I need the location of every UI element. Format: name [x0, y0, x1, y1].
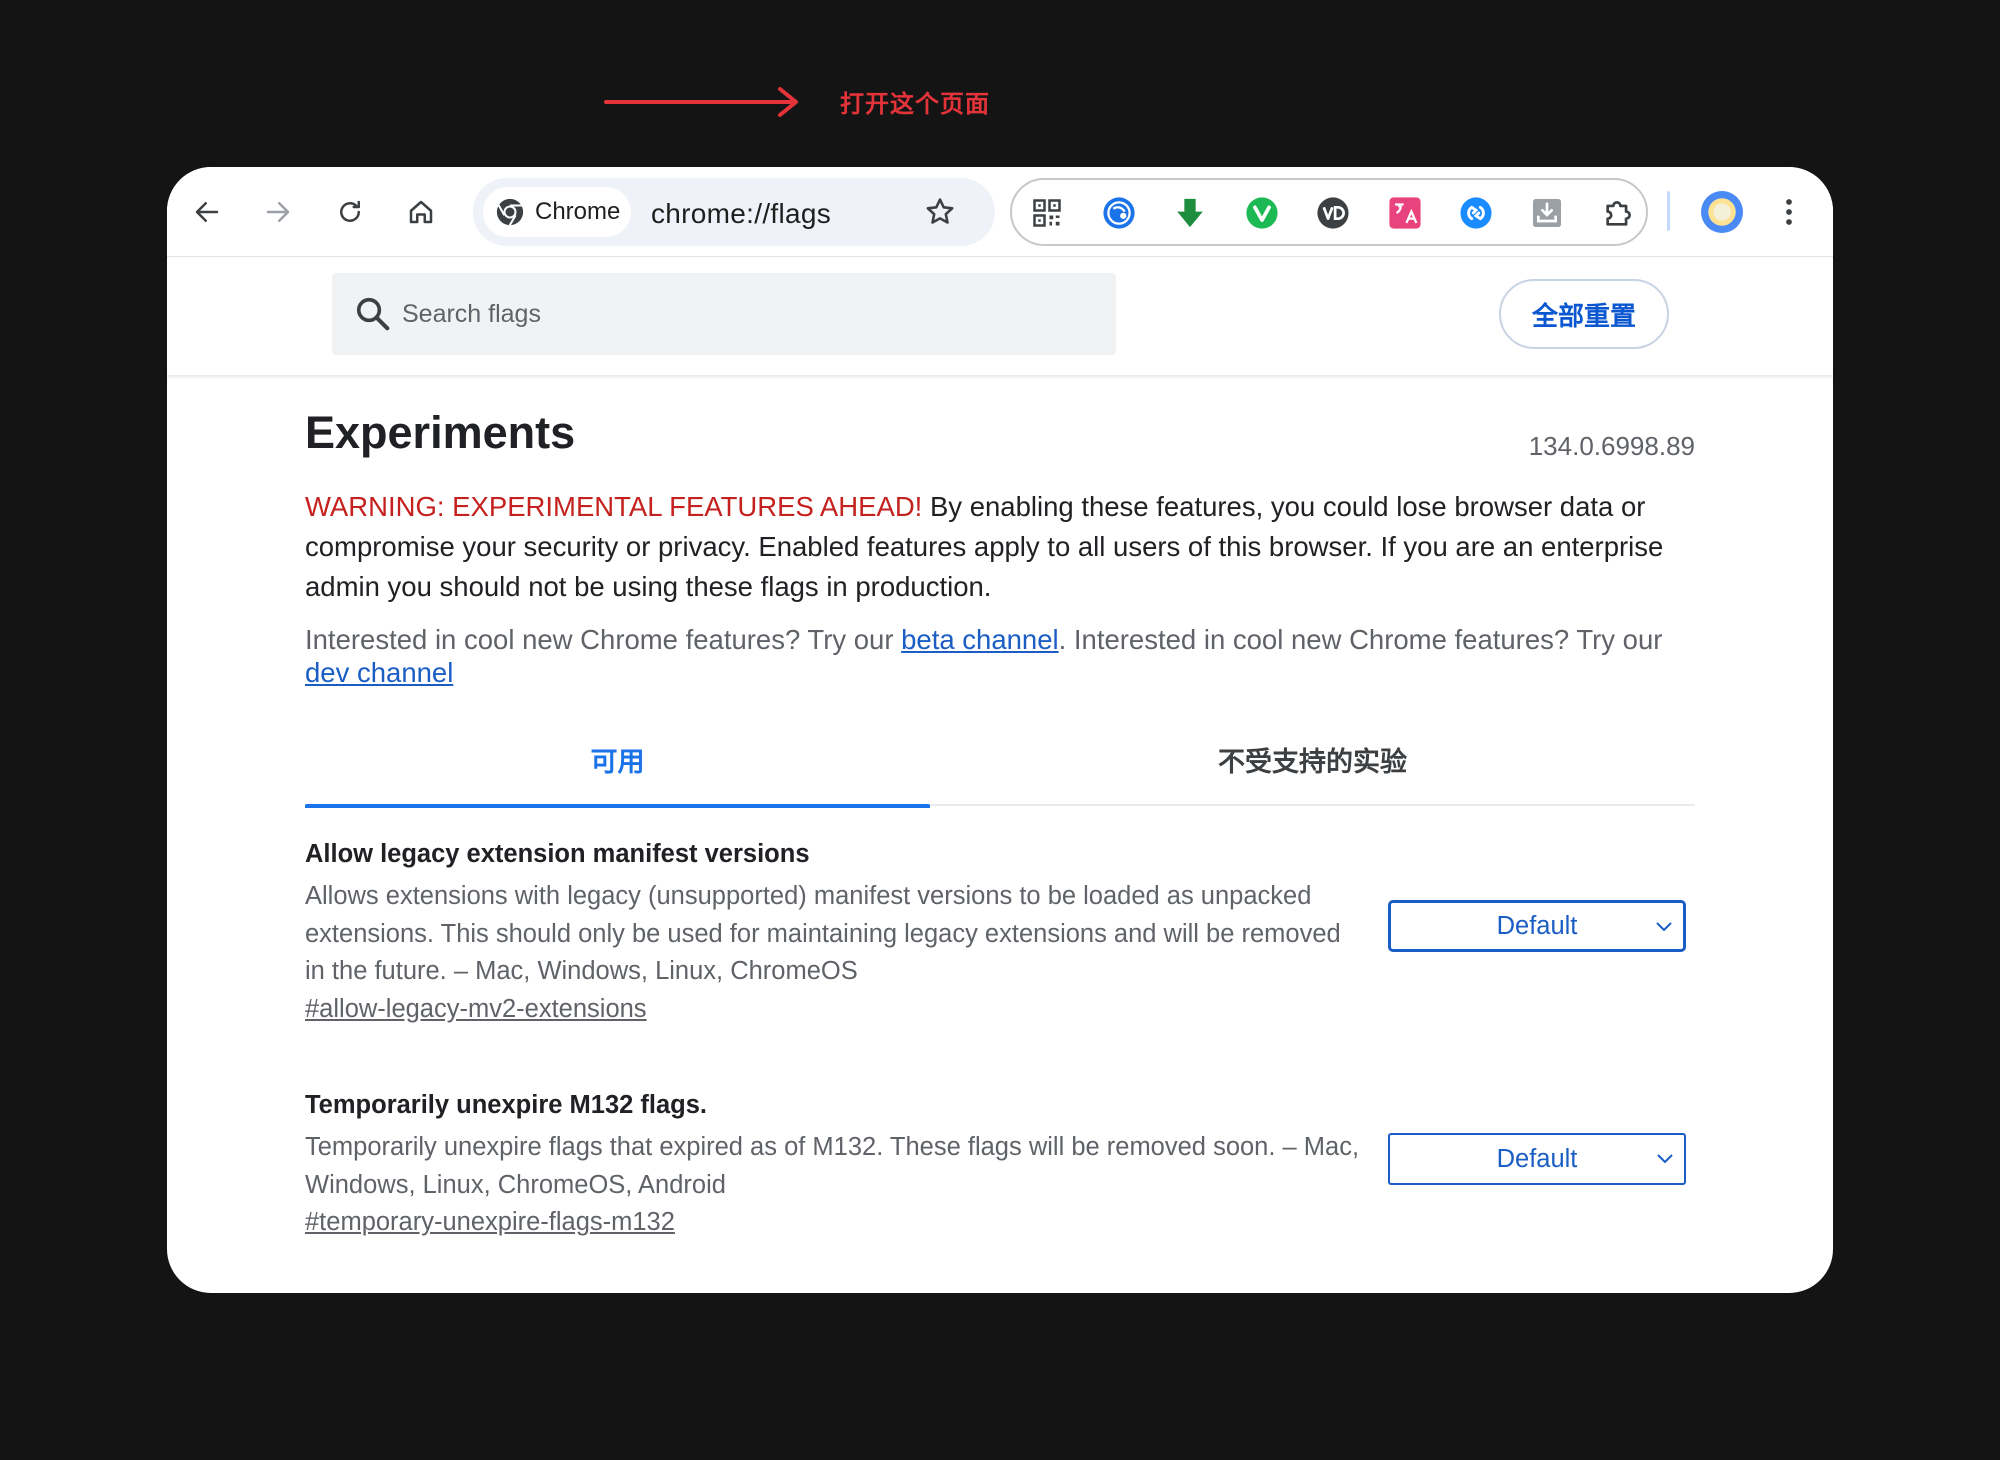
- tab-unsupported-label: 不受支持的实验: [1218, 747, 1407, 778]
- arrow-left-icon: [195, 202, 219, 222]
- chevron-down-icon: [1656, 922, 1672, 932]
- qr-code-icon[interactable]: [1030, 196, 1064, 230]
- tab-available[interactable]: 可用: [305, 713, 930, 808]
- select-value: Default: [1496, 1144, 1578, 1173]
- back-button[interactable]: [185, 190, 229, 234]
- bookmark-star-icon[interactable]: [923, 195, 957, 229]
- site-info-chip[interactable]: Chrome: [483, 187, 631, 237]
- flag-item: Allow legacy extension manifest versions…: [305, 838, 1695, 1024]
- annotation-text: 打开这个页面: [840, 90, 990, 118]
- avatar-image-icon: [1708, 198, 1736, 226]
- menu-button[interactable]: [1769, 192, 1809, 232]
- tab-unsupported[interactable]: 不受支持的实验: [1000, 713, 1625, 806]
- flag-description: Temporarily unexpire flags that expired …: [305, 1133, 1360, 1199]
- reset-all-button[interactable]: 全部重置: [1499, 279, 1669, 349]
- blue-swirl-extension-icon[interactable]: [1459, 196, 1493, 230]
- warning-text: WARNING: EXPERIMENTAL FEATURES AHEAD! By…: [305, 487, 1695, 607]
- promo-part-1: Interested in cool new Chrome features? …: [305, 624, 902, 655]
- search-box[interactable]: [332, 273, 1116, 355]
- omnibox[interactable]: Chrome chrome://flags: [473, 178, 995, 246]
- globe-extension-icon[interactable]: [1102, 196, 1136, 230]
- url-text[interactable]: chrome://flags: [651, 198, 831, 230]
- flag-item: Temporarily unexpire M132 flags. Tempora…: [305, 1089, 1695, 1237]
- browser-toolbar: Chrome chrome://flags: [167, 167, 1833, 257]
- arrow-right-icon: [266, 202, 290, 222]
- green-v-extension-icon[interactable]: [1245, 196, 1279, 230]
- flag-name: Temporarily unexpire M132 flags.: [305, 1091, 707, 1119]
- flags-header: 全部重置: [167, 257, 1833, 375]
- more-vertical-icon: [1786, 199, 1792, 225]
- tab-available-label: 可用: [590, 747, 645, 778]
- beta-channel-link[interactable]: beta channel: [901, 624, 1059, 655]
- flag-name: Allow legacy extension manifest versions: [305, 840, 810, 868]
- warning-strong: WARNING: EXPERIMENTAL FEATURES AHEAD!: [305, 491, 923, 522]
- vd-extension-icon[interactable]: [1316, 196, 1350, 230]
- promo-part-2: . Interested in cool new Chrome features…: [1058, 624, 1663, 655]
- page-title: Experiments: [305, 407, 576, 458]
- toolbar-divider: [1667, 191, 1670, 231]
- flag-description: Allows extensions with legacy (unsupport…: [305, 882, 1341, 985]
- tab-bar: 可用 不受支持的实验: [305, 713, 1695, 808]
- select-value: Default: [1496, 911, 1578, 940]
- reload-button[interactable]: [328, 190, 372, 234]
- profile-avatar[interactable]: [1701, 191, 1743, 233]
- flag-permalink[interactable]: #allow-legacy-mv2-extensions: [305, 995, 647, 1024]
- chip-label: Chrome: [535, 198, 621, 225]
- reload-icon: [340, 200, 360, 222]
- home-button[interactable]: [399, 190, 443, 234]
- version-text: 134.0.6998.89: [1528, 431, 1695, 461]
- translate-extension-icon[interactable]: [1388, 196, 1422, 230]
- flag-state-select[interactable]: Default: [1388, 1133, 1686, 1185]
- tab-active-indicator: [305, 804, 930, 808]
- flags-content: Experiments 134.0.6998.89 WARNING: EXPER…: [305, 377, 1695, 1236]
- chevron-down-icon: [1657, 1154, 1673, 1164]
- download-arrow-icon[interactable]: [1173, 196, 1207, 230]
- flag-permalink[interactable]: #temporary-unexpire-flags-m132: [305, 1208, 675, 1237]
- promo-text: Interested in cool new Chrome features? …: [305, 623, 1695, 689]
- download-tray-icon[interactable]: [1530, 196, 1564, 230]
- title-row: Experiments 134.0.6998.89: [305, 377, 1695, 461]
- search-input[interactable]: [402, 273, 1092, 355]
- extensions-puzzle-icon[interactable]: [1602, 196, 1636, 230]
- home-icon: [409, 200, 433, 224]
- arrow-right-icon: [604, 86, 798, 117]
- flag-state-select[interactable]: Default: [1388, 900, 1686, 952]
- forward-button[interactable]: [256, 190, 300, 234]
- dev-channel-link[interactable]: dev channel: [305, 657, 453, 688]
- chrome-logo-icon: [496, 198, 524, 226]
- annotation: 打开这个页面: [604, 84, 990, 119]
- search-icon: [356, 297, 390, 331]
- extensions-group: [1010, 178, 1648, 246]
- browser-window: Chrome chrome://flags Search flags 全部重置 …: [167, 167, 1833, 1293]
